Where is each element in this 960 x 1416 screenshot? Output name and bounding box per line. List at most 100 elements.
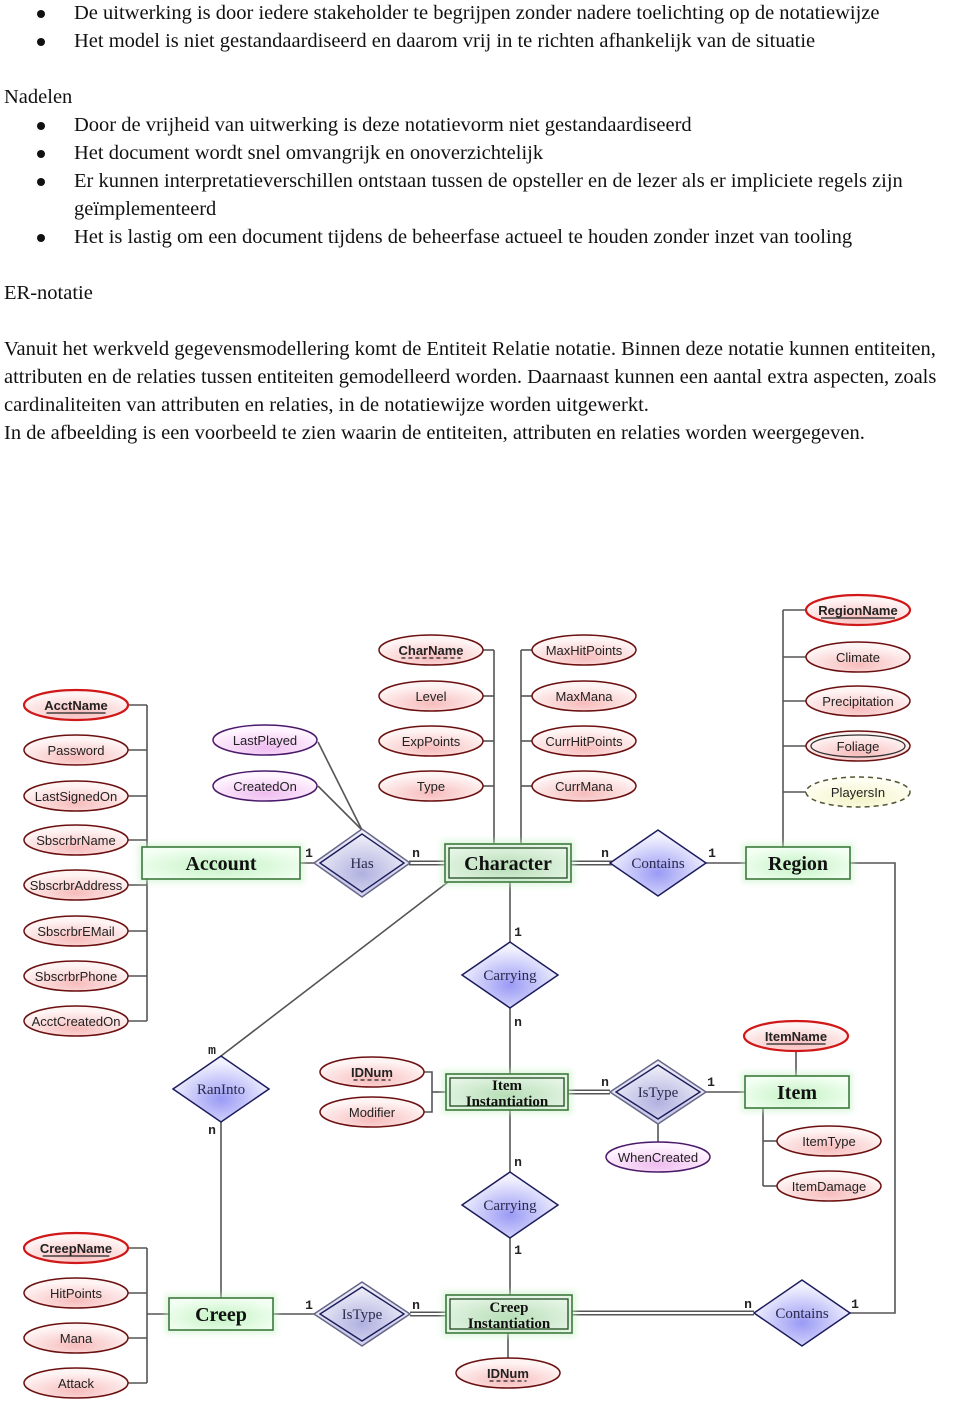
attribute-label: CreepName	[40, 1241, 112, 1256]
attr-link	[317, 785, 363, 831]
relationship-label: IsType	[638, 1085, 679, 1101]
cardinality-containsitem_region: 1	[851, 1297, 859, 1312]
attribute-exppoints: ExpPoints	[378, 725, 484, 757]
cardinality-carrying1_character: 1	[514, 925, 522, 940]
bullet-icon	[37, 150, 45, 158]
relationship-ran_into: RanInto	[171, 1055, 271, 1123]
attribute-createdon: CreatedOn	[212, 770, 318, 802]
attribute-precipitation: Precipitation	[805, 685, 911, 717]
attribute-label: Modifier	[349, 1105, 396, 1120]
bullet-icon	[37, 38, 45, 46]
relationship-carrying_2: Carrying	[460, 1171, 560, 1239]
attribute-label: CurrHitPoints	[545, 734, 623, 749]
bullet-icon	[37, 234, 45, 242]
attribute-maxmana: MaxMana	[531, 680, 637, 712]
entity-label: Item	[777, 1082, 817, 1104]
attribute-label: SbscrbrPhone	[35, 969, 117, 984]
attribute-label: CreatedOn	[233, 779, 297, 794]
entity-item_inst: ItemInstantiation	[442, 1070, 572, 1114]
attribute-charname: CharName	[378, 634, 484, 666]
entity-label: Character	[464, 853, 552, 875]
entity-label: Creep	[195, 1304, 247, 1326]
attribute-label: Precipitation	[822, 694, 894, 709]
relationship-contains_region: Contains	[608, 829, 708, 897]
bullet-icon	[37, 10, 45, 18]
entity-creep: Creep	[165, 1294, 277, 1334]
attribute-label: MaxMana	[555, 689, 613, 704]
attribute-acctcreatedon: AcctCreatedOn	[23, 1005, 129, 1037]
document-text: De uitwerking is door iedere stakeholder…	[0, 0, 960, 447]
attribute-label: ItemDamage	[792, 1179, 866, 1194]
relationship-istype_item: IsType	[608, 1059, 708, 1125]
relationship-label: IsType	[342, 1307, 383, 1323]
attribute-label: LastPlayed	[233, 733, 297, 748]
attribute-sbscrbremail: SbscrbrEMail	[23, 915, 129, 947]
relationship-contains_item: Contains	[752, 1279, 852, 1347]
attribute-label: SbscrbrEMail	[37, 924, 114, 939]
attribute-foliage: Foliage	[805, 730, 911, 762]
attr-bracket	[424, 1071, 433, 1113]
attribute-label: CharName	[398, 643, 463, 658]
rel-link	[220, 881, 449, 1057]
attribute-creepname: CreepName	[22, 1231, 130, 1265]
attribute-idnum_item: IDNum	[319, 1056, 425, 1088]
attribute-type: Type	[378, 770, 484, 802]
relationship-label: Contains	[631, 856, 684, 872]
entity-creep_inst: CreepInstantiation	[442, 1291, 576, 1337]
attribute-label: Mana	[60, 1331, 93, 1346]
cardinality-has_account: 1	[305, 846, 313, 861]
attribute-level: Level	[378, 680, 484, 712]
cardinality-contains_region: 1	[708, 846, 716, 861]
cardinality-istypecreep_creep: 1	[305, 1298, 313, 1313]
attribute-acctname: AcctName	[22, 688, 130, 722]
nadelen-heading: Nadelen	[4, 86, 73, 108]
relationship-has: Has	[312, 828, 412, 898]
attribute-label: LastSignedOn	[35, 789, 117, 804]
attribute-label: Level	[415, 689, 446, 704]
attribute-label: PlayersIn	[831, 785, 885, 800]
nadelen-list: Door de vrijheid van uitwerking is deze …	[0, 111, 960, 251]
attribute-climate: Climate	[805, 641, 911, 673]
attribute-sbscrbrname: SbscrbrName	[23, 824, 129, 856]
relationship-label: Carrying	[483, 1198, 537, 1214]
entity-item: Item	[741, 1072, 853, 1112]
voordelen-list: De uitwerking is door iedere stakeholder…	[0, 0, 960, 55]
cardinality-carrying1_iteminst: n	[514, 1015, 522, 1030]
relationship-label: Carrying	[483, 968, 537, 984]
list-item: Het document wordt snel omvangrijk en on…	[0, 139, 960, 167]
attribute-label: SbscrbrName	[36, 833, 115, 848]
attribute-label: Password	[47, 743, 104, 758]
list-item: Het is lastig om een document tijdens de…	[0, 223, 960, 251]
cardinality-carrying2_creepinst: 1	[514, 1243, 522, 1258]
entity-character: Character	[441, 840, 575, 886]
cardinality-istypeitem_iteminst: n	[601, 1075, 609, 1090]
attribute-label: Attack	[58, 1376, 95, 1391]
attribute-label: SbscrbrAddress	[30, 878, 123, 893]
entity-label: Item	[492, 1078, 522, 1094]
relationship-istype_creep: IsType	[312, 1281, 412, 1347]
attribute-modifier: Modifier	[319, 1096, 425, 1128]
er-notatie-heading: ER-notatie	[4, 282, 93, 304]
relationship-label: Has	[350, 856, 373, 872]
rel-link	[850, 862, 896, 1314]
attribute-itemname: ItemName	[742, 1019, 850, 1053]
attribute-mana: Mana	[23, 1322, 129, 1354]
attribute-label: Climate	[836, 650, 880, 665]
entity-account: Account	[138, 843, 304, 883]
attribute-label: IDNum	[487, 1366, 529, 1381]
relationship-label: RanInto	[197, 1082, 245, 1098]
entity-label: Instantiation	[466, 1094, 549, 1110]
attribute-label: IDNum	[351, 1065, 393, 1080]
attribute-playersin: PlayersIn	[805, 776, 911, 808]
attribute-label: MaxHitPoints	[546, 643, 623, 658]
attribute-label: ItemType	[802, 1134, 855, 1149]
bullet-icon	[37, 122, 45, 130]
attribute-label: AcctCreatedOn	[32, 1014, 121, 1029]
attr-link	[317, 741, 363, 831]
attribute-label: ItemName	[765, 1029, 827, 1044]
bullet-icon	[37, 178, 45, 186]
cardinality-istypeitem_item: 1	[707, 1075, 715, 1090]
paragraph-figure-intro: In de afbeelding is een voorbeeld te zie…	[4, 422, 865, 444]
relationship-label: Contains	[775, 1306, 828, 1322]
attribute-label: CurrMana	[555, 779, 614, 794]
